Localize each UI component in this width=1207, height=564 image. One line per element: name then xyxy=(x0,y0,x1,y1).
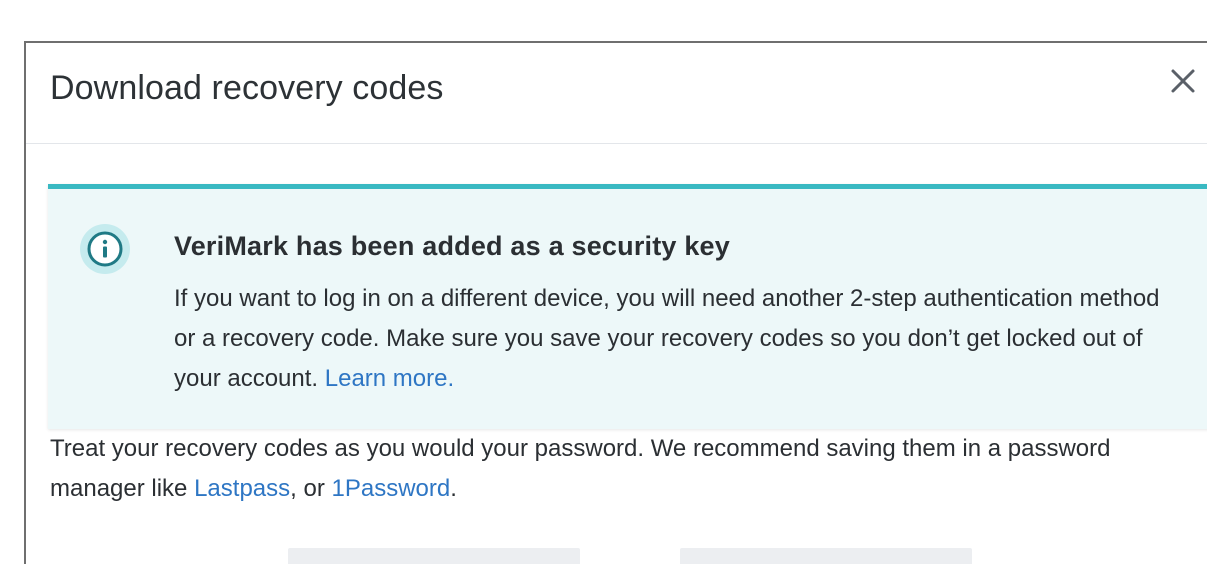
close-icon xyxy=(1171,69,1195,93)
alert-body-text: If you want to log in on a different dev… xyxy=(174,285,1160,392)
recovery-codes-intro: Treat your recovery codes as you would y… xyxy=(50,429,1200,509)
copy-codes-button[interactable] xyxy=(680,548,972,564)
1password-link[interactable]: 1Password xyxy=(331,475,450,502)
alert-body: If you want to log in on a different dev… xyxy=(174,279,1164,399)
info-alert: VeriMark has been added as a security ke… xyxy=(48,184,1207,429)
intro-separator: , or xyxy=(290,475,332,502)
modal-header: Download recovery codes xyxy=(26,43,1207,144)
download-codes-button[interactable] xyxy=(288,548,580,564)
alert-title: VeriMark has been added as a security ke… xyxy=(174,231,730,261)
download-recovery-codes-modal: Download recovery codes VeriMark has bee… xyxy=(24,41,1207,564)
lastpass-link[interactable]: Lastpass xyxy=(194,475,290,502)
modal-title: Download recovery codes xyxy=(50,69,444,107)
close-button[interactable] xyxy=(1167,65,1199,97)
learn-more-link[interactable]: Learn more. xyxy=(325,365,454,392)
info-icon xyxy=(80,224,130,274)
intro-text-after: . xyxy=(450,475,457,502)
